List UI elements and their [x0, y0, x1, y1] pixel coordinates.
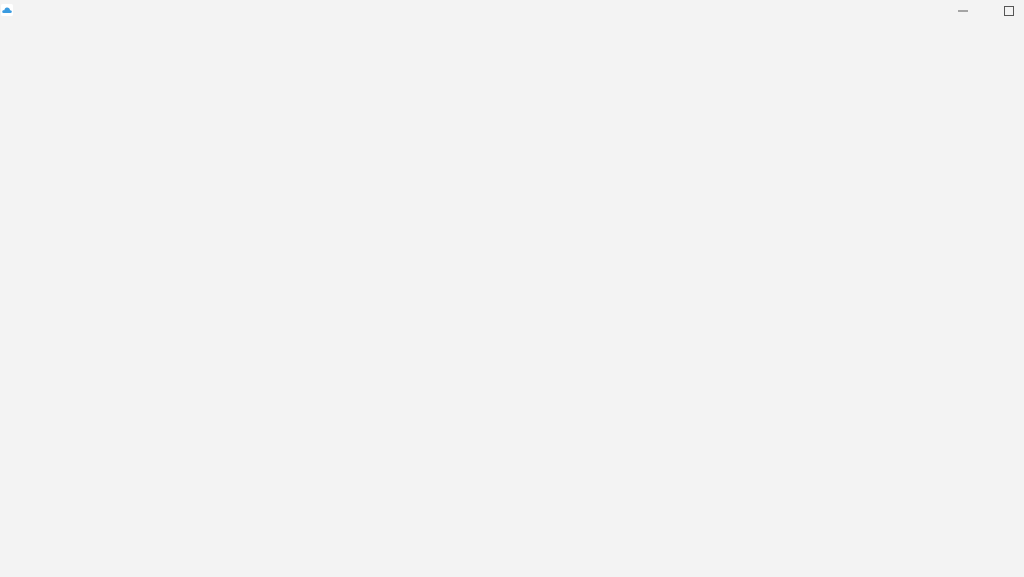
- maximize-button[interactable]: [986, 0, 1024, 22]
- minimize-icon: [958, 10, 968, 12]
- title-bar: [0, 0, 1024, 22]
- maximize-icon: [1004, 6, 1014, 16]
- icloud-icon: [1, 4, 13, 16]
- minimize-button[interactable]: [940, 0, 986, 22]
